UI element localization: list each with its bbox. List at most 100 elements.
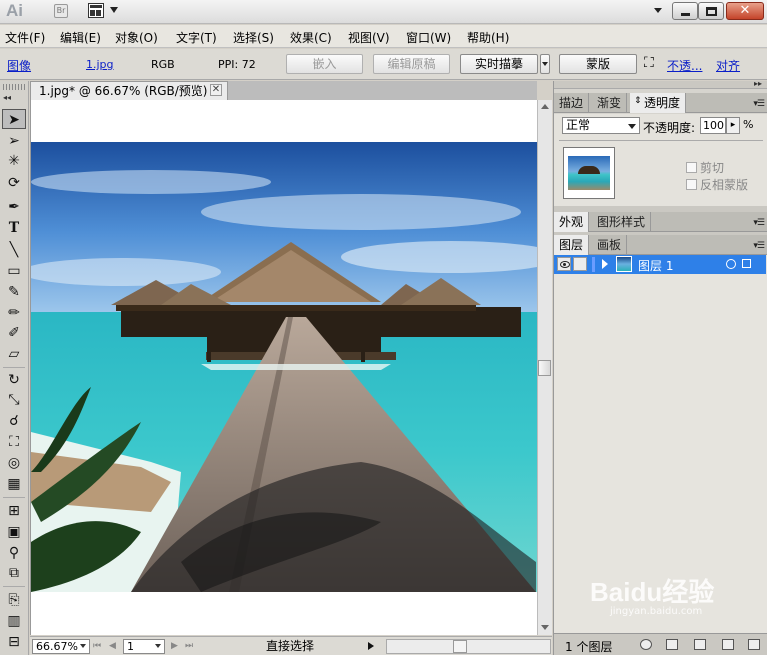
eraser-tool-icon[interactable]: ▱ [2, 344, 26, 364]
previous-artboard-icon[interactable]: ◀ [109, 641, 116, 651]
locate-object-icon[interactable] [640, 639, 652, 650]
new-sublayer-icon[interactable] [694, 639, 706, 650]
divider [559, 140, 763, 141]
menu-file[interactable]: 文件(F) [5, 29, 45, 46]
checkbox-icon [686, 179, 697, 190]
selection-tool-icon[interactable]: ➤ [2, 109, 26, 129]
clip-checkbox[interactable]: 剪切 [686, 159, 724, 176]
panel-grip[interactable] [3, 84, 25, 90]
eye-icon[interactable] [557, 257, 571, 271]
color-mode-label: RGB [151, 58, 175, 71]
live-trace-options-button[interactable] [540, 54, 550, 74]
collapse-icon[interactable]: ◂◂ [3, 93, 25, 102]
edit-original-button[interactable]: 编辑原稿 [373, 54, 450, 74]
pen-tool-icon[interactable]: ✒ [2, 197, 26, 217]
menu-effect[interactable]: 效果(C) [290, 29, 332, 46]
clipping-mask-icon[interactable] [666, 639, 678, 650]
layer-color-swatch [592, 257, 595, 272]
menu-type[interactable]: 文字(T) [176, 29, 217, 46]
expand-toggle-icon[interactable]: ⇕ [634, 96, 642, 106]
line-tool-icon[interactable]: ╲ [2, 240, 26, 260]
tab-gradient[interactable]: 渐变 [592, 93, 628, 113]
rotate-tool-icon[interactable]: ↻ [2, 370, 26, 390]
minimize-button[interactable] [672, 2, 698, 20]
menu-view[interactable]: 视图(V) [348, 29, 390, 46]
column-graph-tool-icon[interactable]: ▥ [2, 611, 26, 631]
panel-menu-icon[interactable]: ▾☰ [753, 99, 765, 109]
expand-arrow-icon[interactable] [602, 259, 608, 269]
new-layer-icon[interactable] [722, 639, 734, 650]
opacity-link[interactable]: 不透... [667, 57, 702, 74]
scale-tool-icon[interactable]: ⤡ [2, 390, 26, 410]
close-tab-icon[interactable]: ✕ [210, 84, 222, 96]
object-thumbnail[interactable] [563, 147, 615, 199]
warp-tool-icon[interactable]: ☌ [2, 411, 26, 431]
close-button[interactable]: ✕ [726, 2, 764, 20]
embed-button[interactable]: 嵌入 [286, 54, 363, 74]
arrange-documents-button[interactable] [88, 3, 122, 19]
current-tool-status[interactable]: 直接选择 [200, 639, 380, 654]
tab-appearance[interactable]: 外观 [554, 212, 590, 232]
last-artboard-icon[interactable]: ⏭ [185, 641, 193, 651]
opacity-stepper[interactable]: ▸ [726, 117, 740, 134]
horizontal-scroll-thumb[interactable] [453, 640, 467, 653]
rectangle-tool-icon[interactable]: ▭ [2, 261, 26, 281]
mask-button[interactable]: 蒙版 [559, 54, 637, 74]
tab-graphic-styles[interactable]: 图形样式 [592, 212, 652, 232]
placed-image[interactable] [31, 142, 537, 592]
direct-selection-tool-icon[interactable]: ➢ [2, 131, 26, 151]
menu-window[interactable]: 窗口(W) [406, 29, 451, 46]
crop-marks-icon[interactable]: ⛶ [644, 55, 654, 71]
target-icon[interactable] [726, 259, 736, 269]
tab-stroke[interactable]: 描边 [554, 93, 590, 113]
layer-row[interactable]: 图层 1 [554, 255, 766, 274]
magic-wand-tool-icon[interactable]: ✳ [2, 151, 26, 171]
document-canvas[interactable] [30, 100, 537, 635]
menu-edit[interactable]: 编辑(E) [60, 29, 101, 46]
clip-label: 剪切 [700, 161, 725, 175]
layer-name[interactable]: 图层 1 [638, 257, 673, 274]
menu-select[interactable]: 选择(S) [233, 29, 274, 46]
workspace-dropdown-icon[interactable] [654, 8, 662, 13]
checkbox-icon [686, 162, 697, 173]
invert-mask-checkbox[interactable]: 反相蒙版 [686, 176, 748, 193]
selection-indicator[interactable] [742, 259, 751, 268]
blend-tool-icon[interactable]: ⧉ [2, 563, 26, 583]
blob-brush-tool-icon[interactable]: ✐ [2, 323, 26, 343]
free-transform-tool-icon[interactable]: ⛶ [2, 432, 26, 452]
lock-toggle[interactable] [573, 257, 587, 271]
tab-artboards[interactable]: 画板 [592, 235, 628, 255]
maximize-button[interactable] [698, 2, 724, 20]
lasso-tool-icon[interactable]: ⟳ [2, 173, 26, 193]
artboard-tool-icon[interactable]: ⊟ [2, 632, 26, 652]
document-tab[interactable]: 1.jpg* @ 66.67% (RGB/预览) [30, 81, 228, 100]
panel-grip[interactable]: ▸▸ [554, 79, 767, 89]
object-type-link[interactable]: 图像 [7, 57, 31, 74]
live-trace-button[interactable]: 实时描摹 [460, 54, 538, 74]
next-artboard-icon[interactable]: ▶ [171, 641, 178, 651]
menu-object[interactable]: 对象(O) [115, 29, 158, 46]
panel-menu-icon[interactable]: ▾☰ [753, 218, 765, 228]
first-artboard-icon[interactable]: ⏮ [93, 641, 101, 651]
bridge-button[interactable]: Br [54, 4, 68, 18]
opacity-input[interactable]: 100 [700, 117, 726, 134]
symbol-sprayer-tool-icon[interactable]: ⎘ [2, 590, 26, 610]
shape-builder-tool-icon[interactable]: ◎ [2, 453, 26, 473]
menu-help[interactable]: 帮助(H) [467, 29, 509, 46]
gradient-tool-icon[interactable]: ▣ [2, 522, 26, 542]
vertical-scroll-thumb[interactable] [538, 360, 551, 376]
scroll-down-icon[interactable] [541, 625, 549, 630]
scroll-up-icon[interactable] [541, 104, 549, 109]
paintbrush-tool-icon[interactable]: ✎ [2, 282, 26, 302]
align-link[interactable]: 对齐 [716, 57, 740, 74]
filename-link[interactable]: 1.jpg [86, 58, 114, 71]
mesh-tool-icon[interactable]: ⊞ [2, 501, 26, 521]
tab-layers[interactable]: 图层 [554, 235, 590, 255]
horizontal-scrollbar[interactable] [386, 639, 551, 654]
panel-menu-icon[interactable]: ▾☰ [753, 241, 765, 251]
type-tool-icon[interactable]: T [2, 218, 26, 238]
trash-icon[interactable] [748, 639, 760, 650]
perspective-grid-tool-icon[interactable]: ▦ [2, 474, 26, 494]
eyedropper-tool-icon[interactable]: ⚲ [2, 543, 26, 563]
pencil-tool-icon[interactable]: ✏ [2, 303, 26, 323]
